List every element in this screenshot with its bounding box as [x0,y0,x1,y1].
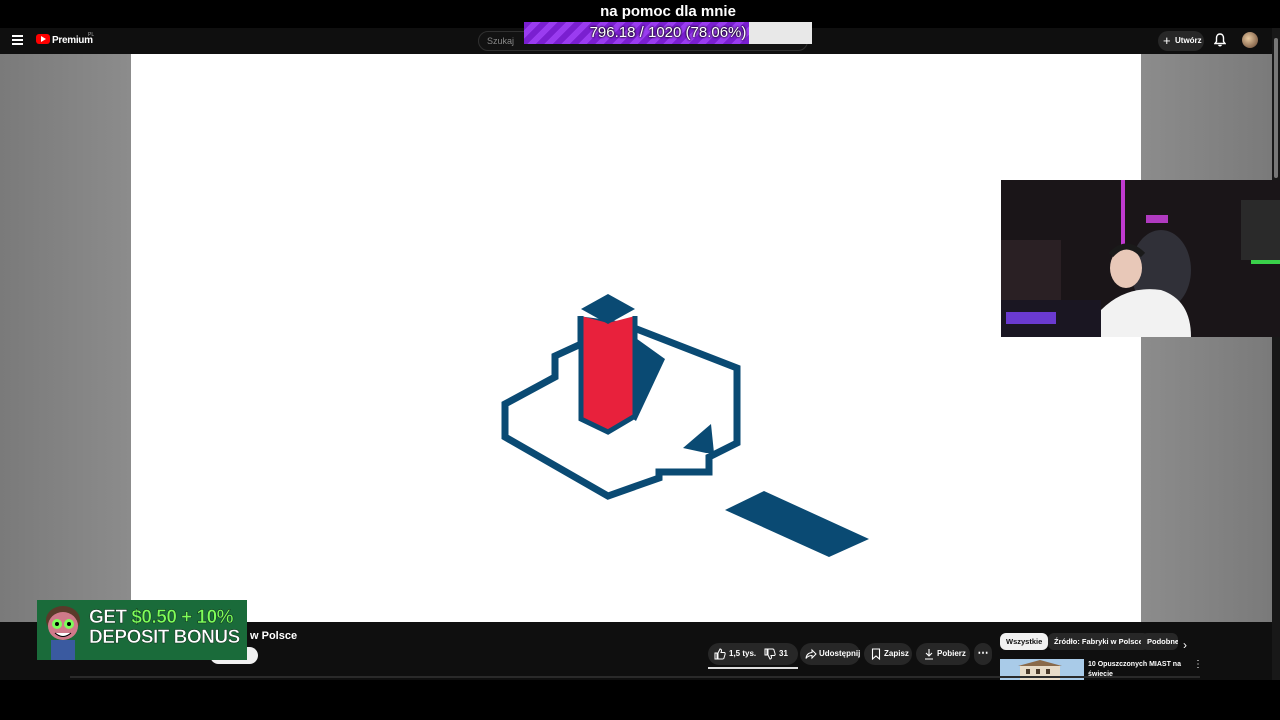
more-actions-button[interactable]: ⋯ [974,643,992,665]
notification-bell-icon[interactable] [1214,33,1226,47]
save-button[interactable]: Zapisz [864,643,912,665]
more-vertical-icon[interactable]: ⋮ [1193,659,1203,670]
webcam-feed [1001,180,1280,337]
download-icon [925,649,933,660]
mascot-icon [46,606,80,660]
ambient-left [0,54,131,622]
page-scrollbar[interactable] [1272,28,1280,680]
country-code-label: PL [88,32,95,38]
like-dislike-group: 1,5 tys. 31 [708,643,798,665]
video-title: w Polsce [250,630,298,642]
save-label: Zapisz [884,649,909,658]
share-button[interactable]: Udostępnij [800,643,860,665]
scrollbar-thumb[interactable] [1274,38,1278,178]
create-button[interactable]: + Utwórz [1158,31,1204,51]
youtube-logo-icon[interactable] [36,34,50,44]
search-placeholder: Szukaj [487,36,515,46]
donation-goal-bar: 796.18 / 1020 (78.06%) [524,22,812,44]
ambient-right [1141,54,1272,622]
ad-line1-prefix: GET [89,607,132,628]
screen: na pomoc dla mnie 796.18 / 1020 (78.06%)… [0,0,1280,720]
hamburger-menu-icon[interactable] [12,35,23,45]
share-label: Udostępnij [819,649,861,658]
premium-logo-label[interactable]: Premium [52,35,93,46]
avatar[interactable] [1242,32,1258,48]
dislike-count[interactable]: 31 [779,643,788,665]
like-count[interactable]: 1,5 tys. [729,643,756,665]
thumbs-up-icon[interactable] [714,648,726,660]
chip-all[interactable]: Wszystkie [1000,633,1049,650]
video-player[interactable] [131,54,1141,622]
download-label: Pobierz [937,649,966,658]
ad-line2: DEPOSIT BONUS [89,627,241,648]
floor-bar [725,491,869,557]
ad-banner[interactable]: GET $0.50 + 10% DEPOSIT BONUS [37,600,247,660]
plus-icon: + [1163,33,1171,48]
chevron-right-icon[interactable]: › [1183,638,1187,652]
ad-line1: GET $0.50 + 10% [89,607,234,628]
bottom-letterbox [0,680,1280,720]
ad-line1-highlight: $0.50 + 10% [131,607,234,628]
donation-goal-text: 796.18 / 1020 (78.06%) [589,24,747,41]
download-button[interactable]: Pobierz [916,643,970,665]
divider [70,676,1200,678]
chip-similar[interactable]: Podobne [1141,633,1178,650]
webcam-image [1001,180,1280,337]
factory-logo-graphic [501,294,869,557]
chimney-body [581,316,635,432]
video-info-bar: w Polsce GET $0.50 + 10% DEPOSIT BONUS 1… [0,600,1272,680]
share-icon [805,648,817,660]
bookmark-icon [871,648,881,660]
chip-source[interactable]: Źródło: Fabryki w Polsce [1048,633,1149,650]
donation-goal-title: na pomoc dla mnie [600,3,736,20]
like-ratio-underline [708,667,798,669]
more-horizontal-icon: ⋯ [977,647,989,659]
create-button-label: Utwórz [1175,36,1202,45]
thumbs-down-icon[interactable] [764,648,776,660]
